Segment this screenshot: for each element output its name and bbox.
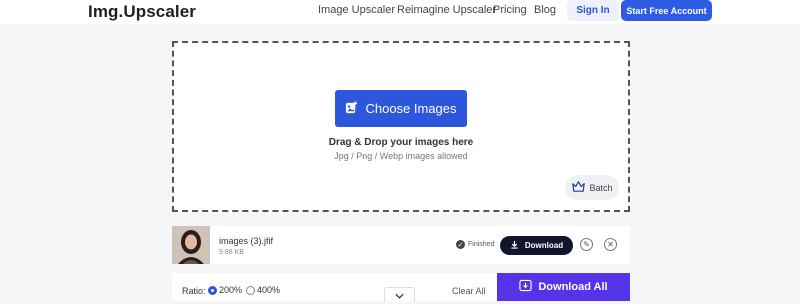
image-thumbnail [172,226,210,264]
file-name: images (3).jfif [219,236,274,246]
nav-pricing[interactable]: Pricing [493,4,527,16]
download-button[interactable]: Download [500,236,573,255]
nav-image-upscaler[interactable]: Image Upscaler [318,4,395,16]
download-icon [510,240,519,251]
download-all-button[interactable]: Download All [497,273,630,301]
radio-unselected[interactable] [246,285,255,295]
status-finished: ✓ Finished [456,240,494,249]
status-label: Finished [468,241,495,248]
bottom-bar: Ratio: 200% 400% Clear All Download All [172,273,630,302]
drag-drop-text: Drag & Drop your images here [328,137,474,148]
ratio-400-label: 400% [257,285,281,295]
close-icon: ✕ [607,240,614,249]
ratio-option-200[interactable]: 200% [208,285,242,295]
radio-selected[interactable] [208,285,217,295]
remove-button[interactable]: ✕ [604,238,617,251]
allowed-formats-text: Jpg / Png / Webp images allowed [334,151,468,161]
nav-blog[interactable]: Blog [534,4,556,16]
clear-all-button[interactable]: Clear All [452,286,486,296]
crown-icon [571,179,586,196]
top-header: Img.Upscaler Image Upscaler Reimagine Up… [0,0,800,24]
logo[interactable]: Img.Upscaler [88,2,196,22]
expand-toggle[interactable] [384,287,415,302]
pencil-icon: ✎ [583,240,590,249]
choose-images-label: Choose Images [365,101,457,116]
edit-button[interactable]: ✎ [580,238,593,251]
chevron-down-icon [395,286,404,304]
check-circle-icon: ✓ [456,240,465,249]
image-upload-icon [345,100,358,117]
ratio-200-label: 200% [219,285,243,295]
file-row: images (3).jfif 9.88 KB ✓ Finished Downl… [172,226,630,264]
sign-in-button[interactable]: Sign In [567,0,619,21]
batch-label: Batch [589,182,613,193]
download-all-icon [519,279,532,295]
choose-images-button[interactable]: Choose Images [335,90,467,127]
file-size: 9.88 KB [219,249,244,256]
drop-zone[interactable]: Choose Images Drag & Drop your images he… [172,41,630,212]
download-all-label: Download All [538,281,608,293]
ratio-option-400[interactable]: 400% [246,285,280,295]
start-free-account-button[interactable]: Start Free Account [621,0,712,21]
batch-button[interactable]: Batch [565,175,619,200]
ratio-label: Ratio: [182,286,206,296]
nav-reimagine-upscaler[interactable]: Reimagine Upscaler [397,4,496,16]
download-label: Download [524,241,564,250]
